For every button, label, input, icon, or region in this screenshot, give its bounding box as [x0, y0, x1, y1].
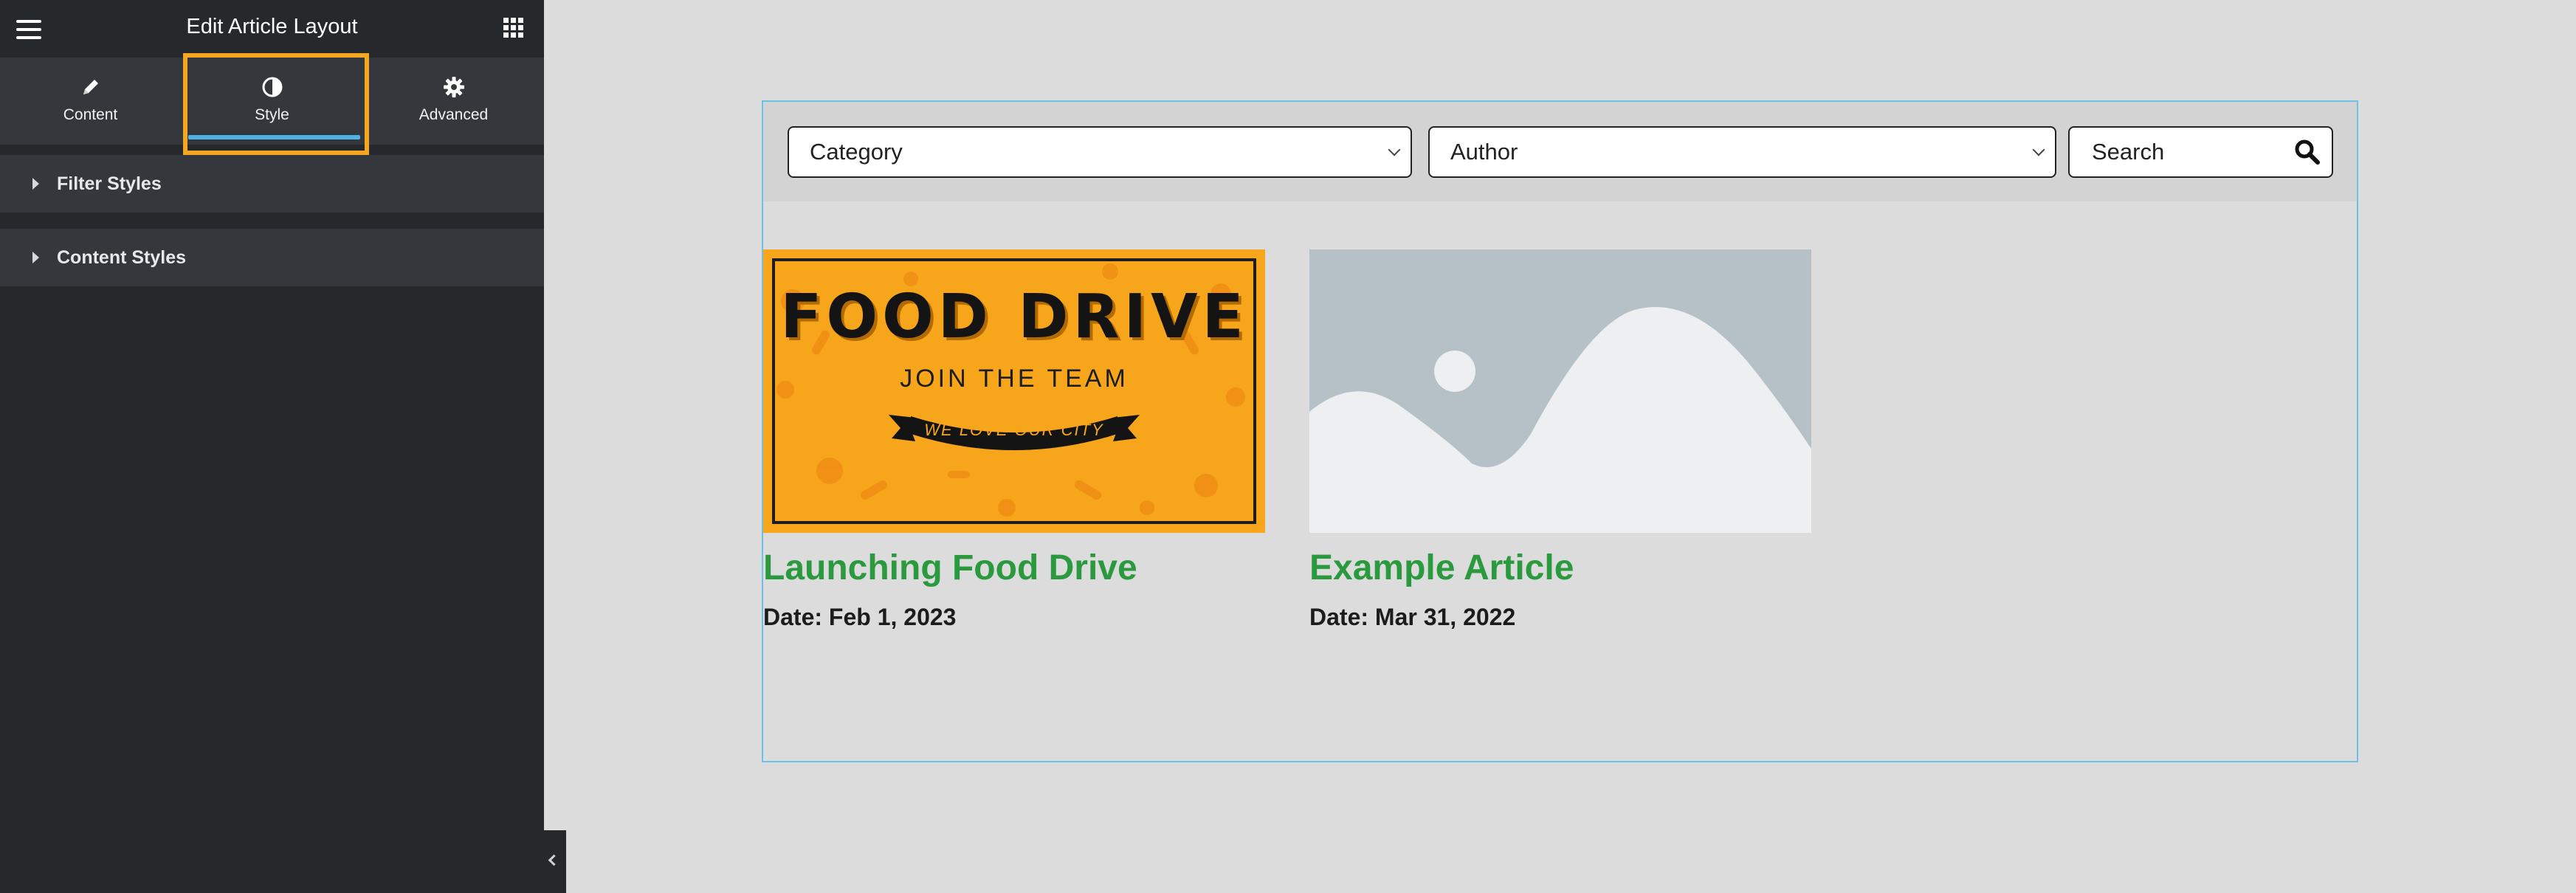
search-icon[interactable]	[2293, 138, 2321, 166]
image-placeholder-icon	[1309, 249, 1811, 533]
author-select[interactable]: Author	[1428, 126, 2056, 178]
panel-tabs: Content Style Advanced	[0, 58, 544, 145]
sidebar-header: Edit Article Layout	[0, 0, 544, 58]
ribbon-text: WE LOVE OUR CITY	[924, 421, 1104, 439]
active-tab-indicator	[188, 135, 360, 139]
category-select[interactable]: Category	[788, 126, 1412, 178]
category-select-value: Category	[810, 139, 903, 165]
article-layout-widget[interactable]: Category Author Search FOOD DRIVE JOIN T…	[762, 100, 2358, 762]
placeholder-image	[1309, 249, 1811, 533]
caret-right-icon	[32, 252, 39, 263]
tab-style[interactable]: Style	[182, 58, 362, 145]
image-headline: FOOD DRIVE	[780, 282, 1248, 352]
chevron-down-icon	[1388, 143, 1401, 156]
article-date: Date: Feb 1, 2023	[763, 604, 957, 630]
apps-grid-icon[interactable]	[503, 18, 524, 38]
collapse-panel-button[interactable]	[544, 830, 566, 893]
tab-style-label: Style	[255, 106, 289, 123]
tab-content-label: Content	[63, 106, 118, 123]
section-label: Filter Styles	[57, 173, 162, 194]
tab-content[interactable]: Content	[0, 58, 181, 145]
chevron-left-icon	[548, 854, 560, 866]
panel-title: Edit Article Layout	[186, 15, 358, 38]
search-placeholder: Search	[2092, 139, 2165, 165]
chevron-down-icon	[2032, 143, 2045, 156]
article-date: Date: Mar 31, 2022	[1309, 604, 1516, 630]
section-filter-styles[interactable]: Filter Styles	[0, 155, 544, 213]
article-title[interactable]: Example Article	[1309, 548, 1574, 588]
filter-bar: Category Author Search	[763, 102, 2357, 201]
gear-icon	[443, 77, 464, 97]
article-thumbnail[interactable]	[1309, 249, 1811, 533]
article-title[interactable]: Launching Food Drive	[763, 548, 1137, 588]
tab-advanced[interactable]: Advanced	[363, 58, 544, 145]
search-input[interactable]: Search	[2068, 126, 2333, 178]
pencil-icon	[83, 80, 98, 94]
section-label: Content Styles	[57, 247, 187, 268]
editor-sidebar: Edit Article Layout Content Style Advanc…	[0, 0, 544, 893]
article-thumbnail[interactable]: FOOD DRIVE JOIN THE TEAM WE LOVE OUR CIT…	[763, 249, 1265, 533]
tab-advanced-label: Advanced	[419, 106, 489, 123]
caret-right-icon	[32, 178, 39, 190]
contrast-icon	[262, 77, 282, 97]
author-select-value: Author	[1450, 139, 1518, 165]
image-subline: JOIN THE TEAM	[900, 365, 1129, 393]
section-content-styles[interactable]: Content Styles	[0, 229, 544, 286]
food-drive-image: FOOD DRIVE JOIN THE TEAM WE LOVE OUR CIT…	[763, 249, 1265, 533]
